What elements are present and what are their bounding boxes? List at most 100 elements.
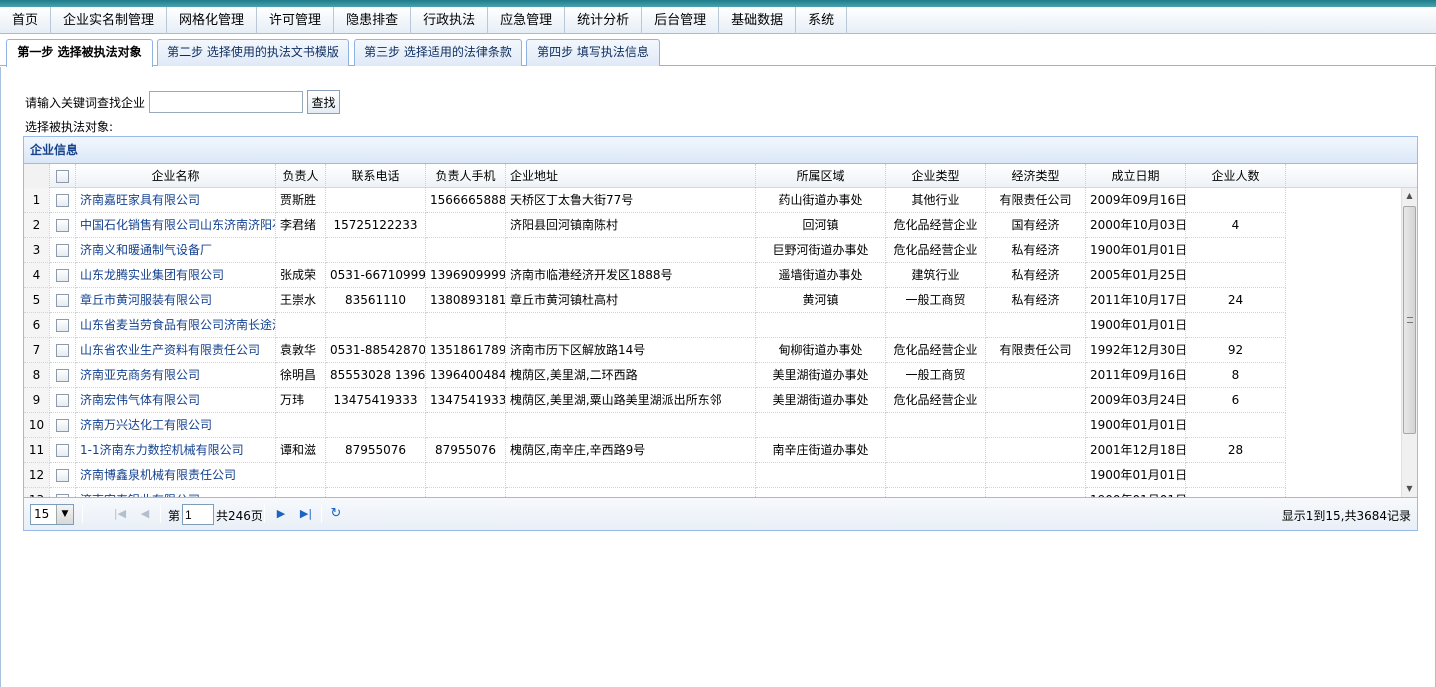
cell-name[interactable]: 济南嘉旺家具有限公司 — [76, 188, 276, 213]
menu-item-5[interactable]: 行政执法 — [411, 7, 489, 34]
search-input[interactable] — [149, 91, 303, 113]
scroll-up-arrow-icon[interactable]: ▲ — [1402, 188, 1417, 204]
cell-name[interactable]: 济南义和暖通制气设备厂 — [76, 238, 276, 263]
cell-mobile — [426, 488, 506, 497]
menu-item-8[interactable]: 后台管理 — [642, 7, 720, 34]
tab-step-2[interactable]: 第二步 选择使用的执法文书模版 — [157, 39, 349, 66]
cell-mobile: 13518617898 — [426, 338, 506, 363]
last-page-icon[interactable]: ▶| — [297, 505, 315, 523]
col-header-mobile[interactable]: 负责人手机 — [426, 164, 506, 188]
cell-mobile: 15666658888 — [426, 188, 506, 213]
cell-name[interactable]: 1-1济南东力数控机械有限公司 — [76, 438, 276, 463]
row-checkbox[interactable] — [56, 194, 69, 207]
col-header-phone[interactable]: 联系电话 — [326, 164, 426, 188]
prev-page-icon[interactable]: ◀ — [136, 505, 154, 523]
table-row[interactable]: 7 山东省农业生产资料有限责任公司 袁敦华 0531-88542870 13518617… — [24, 338, 1404, 363]
cell-address — [506, 313, 756, 338]
col-header-region[interactable]: 所属区域 — [756, 164, 886, 188]
menu-item-7[interactable]: 统计分析 — [565, 7, 643, 34]
cell-name[interactable]: 山东省麦当劳食品有限公司济南长途汽车站餐厅 — [76, 313, 276, 338]
chevron-down-icon[interactable]: ▼ — [56, 505, 73, 524]
table-row[interactable]: 10 济南万兴达化工有限公司 1900年01月01日 — [24, 413, 1404, 438]
cell-person: 李君绪 — [276, 213, 326, 238]
table-row[interactable]: 11 1-1济南东力数控机械有限公司 谭和滋 87955076 87955076 槐荫区,… — [24, 438, 1404, 463]
table-row[interactable]: 6 山东省麦当劳食品有限公司济南长途汽车站餐厅 1900年01月01日 — [24, 313, 1404, 338]
col-header-date[interactable]: 成立日期 — [1086, 164, 1186, 188]
table-row[interactable]: 2 中国石化销售有限公司山东济南济阳石油分公司李君绪15725122233 济阳县回… — [24, 213, 1404, 238]
cell-name[interactable]: 章丘市黄河服装有限公司 — [76, 288, 276, 313]
page-number-input[interactable] — [182, 504, 214, 525]
row-checkbox[interactable] — [56, 294, 69, 307]
col-header-person[interactable]: 负责人 — [276, 164, 326, 188]
page-size-select[interactable]: 15 ▼ — [30, 504, 74, 525]
menu-item-4[interactable]: 隐患排查 — [334, 7, 412, 34]
row-checkbox[interactable] — [56, 344, 69, 357]
row-checkbox[interactable] — [56, 444, 69, 457]
tab-step-4[interactable]: 第四步 填写执法信息 — [526, 39, 660, 66]
row-checkbox-cell — [50, 438, 76, 463]
row-checkbox[interactable] — [56, 469, 69, 482]
row-checkbox[interactable] — [56, 219, 69, 232]
refresh-icon[interactable]: ↻ — [327, 505, 345, 523]
enterprise-grid-panel: 企业信息 企业名称 负责人 联系电话 负责人手机 企业地址 所属区域 企业类型 … — [23, 136, 1418, 531]
menu-item-10[interactable]: 系统 — [796, 7, 848, 34]
cell-phone — [326, 238, 426, 263]
row-number: 2 — [24, 213, 50, 238]
table-row[interactable]: 9 济南宏伟气体有限公司 万玮 13475419333 13475419333 槐荫区,美… — [24, 388, 1404, 413]
scroll-down-arrow-icon[interactable]: ▼ — [1402, 481, 1417, 497]
cell-name[interactable]: 山东省农业生产资料有限责任公司 — [76, 338, 276, 363]
table-row[interactable]: 13 济南宏泰铝业有限公司 1900年01月01日 — [24, 488, 1404, 497]
col-header-econ[interactable]: 经济类型 — [986, 164, 1086, 188]
cell-name[interactable]: 山东龙腾实业集团有限公司 — [76, 263, 276, 288]
cell-region — [756, 313, 886, 338]
cell-name[interactable]: 济南宏伟气体有限公司 — [76, 388, 276, 413]
col-header-type[interactable]: 企业类型 — [886, 164, 986, 188]
menu-item-9[interactable]: 基础数据 — [719, 7, 797, 34]
table-row[interactable]: 1 济南嘉旺家具有限公司 贾斯胜 15666658888 天桥区丁太鲁大街77号 药山街道… — [24, 188, 1404, 213]
table-row[interactable]: 12 济南博鑫泉机械有限责任公司 1900年01月01日 — [24, 463, 1404, 488]
menu-item-1[interactable]: 企业实名制管理 — [51, 7, 168, 34]
cell-person: 谭和滋 — [276, 438, 326, 463]
table-row[interactable]: 3 济南义和暖通制气设备厂 巨野河街道办事处 危化品经营企业 私有经济 1900年01月0… — [24, 238, 1404, 263]
select-all-checkbox[interactable] — [56, 170, 69, 183]
next-page-icon[interactable]: ▶ — [272, 505, 290, 523]
row-checkbox[interactable] — [56, 244, 69, 257]
tab-step-3[interactable]: 第三步 选择适用的法律条款 — [354, 39, 522, 66]
col-header-staff[interactable]: 企业人数 — [1186, 164, 1286, 188]
row-checkbox[interactable] — [56, 394, 69, 407]
cell-name[interactable]: 济南万兴达化工有限公司 — [76, 413, 276, 438]
col-header-address[interactable]: 企业地址 — [506, 164, 756, 188]
first-page-icon[interactable]: |◀ — [111, 505, 129, 523]
cell-date: 2011年09月16日 — [1086, 363, 1186, 388]
cell-region — [756, 413, 886, 438]
scroll-thumb[interactable] — [1403, 206, 1416, 434]
menu-item-3[interactable]: 许可管理 — [257, 7, 335, 34]
cell-name[interactable]: 济南博鑫泉机械有限责任公司 — [76, 463, 276, 488]
cell-mobile: 87955076 — [426, 438, 506, 463]
cell-econ — [986, 363, 1086, 388]
menu-item-2[interactable]: 网格化管理 — [167, 7, 258, 34]
table-row[interactable]: 4 山东龙腾实业集团有限公司 张成荣 0531-66710999 13969099999… — [24, 263, 1404, 288]
tab-step-1[interactable]: 第一步 选择被执法对象 — [6, 39, 153, 67]
cell-econ: 有限责任公司 — [986, 338, 1086, 363]
cell-phone: 15725122233 — [326, 213, 426, 238]
cell-econ — [986, 388, 1086, 413]
cell-name[interactable]: 济南宏泰铝业有限公司 — [76, 488, 276, 497]
table-row[interactable]: 8 济南亚克商务有限公司徐明昌85553028 13964004844139640… — [24, 363, 1404, 388]
row-checkbox[interactable] — [56, 369, 69, 382]
cell-name[interactable]: 中国石化销售有限公司山东济南济阳石油分公司 — [76, 213, 276, 238]
menu-item-0[interactable]: 首页 — [0, 7, 52, 34]
search-button[interactable]: 查找 — [307, 90, 340, 114]
search-label: 请输入关键词查找企业 — [25, 96, 146, 110]
col-header-name[interactable]: 企业名称 — [76, 164, 276, 188]
row-checkbox[interactable] — [56, 419, 69, 432]
cell-name[interactable]: 济南亚克商务有限公司 — [76, 363, 276, 388]
row-checkbox[interactable] — [56, 319, 69, 332]
table-row[interactable]: 5 章丘市黄河服装有限公司 王崇水 83561110 13808931818 章丘市黄河镇… — [24, 288, 1404, 313]
cell-region — [756, 463, 886, 488]
cell-region: 黄河镇 — [756, 288, 886, 313]
row-checkbox-cell — [50, 388, 76, 413]
row-checkbox[interactable] — [56, 269, 69, 282]
menu-item-6[interactable]: 应急管理 — [488, 7, 566, 34]
vertical-scrollbar[interactable]: ▲ ▼ — [1401, 188, 1417, 497]
